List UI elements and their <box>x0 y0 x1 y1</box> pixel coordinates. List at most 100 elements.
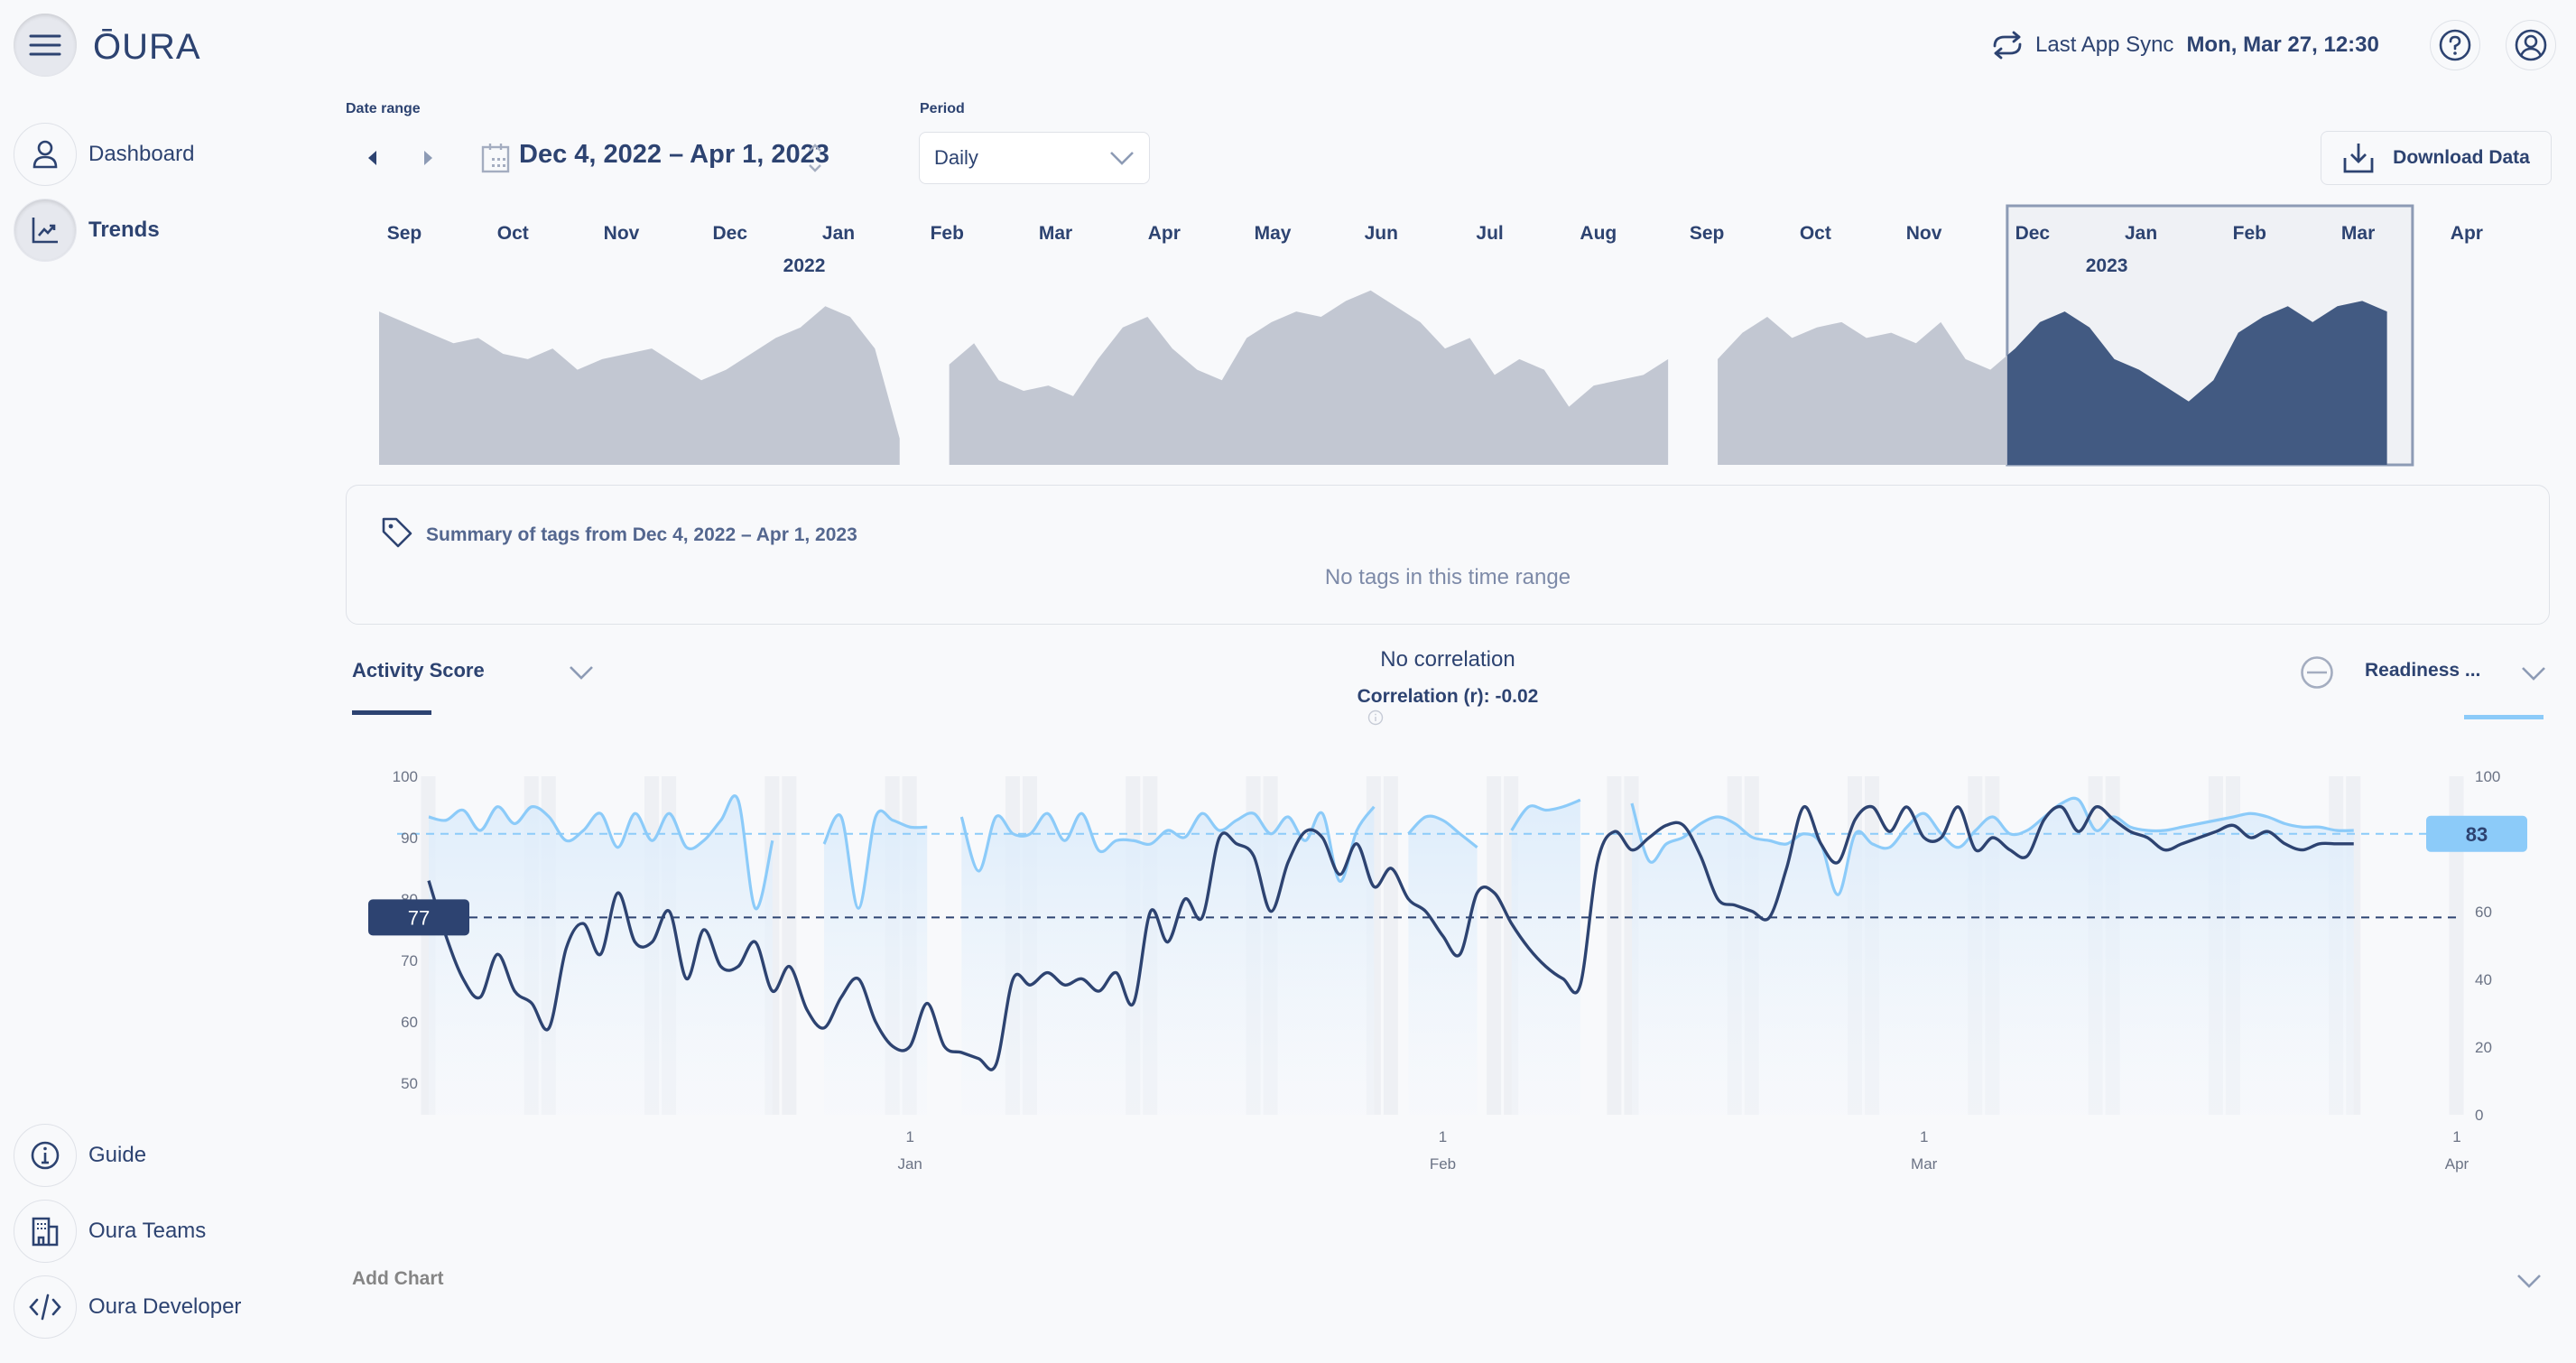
date-range-stepper[interactable] <box>806 141 824 180</box>
readiness-area <box>1631 798 2354 1115</box>
sync-icon <box>1993 31 2022 60</box>
download-data-button[interactable]: Download Data <box>2321 131 2552 185</box>
caret-left-icon <box>368 151 376 165</box>
add-chart-expand[interactable] <box>2516 1273 2542 1293</box>
add-chart-label: Add Chart <box>352 1268 444 1289</box>
activity-average-badge: 77 <box>368 899 469 936</box>
right-axis-tick: 0 <box>2475 1107 2483 1124</box>
overview-month-label: Jan <box>822 223 855 244</box>
sidebar-item-label: Dashboard <box>88 142 195 166</box>
chevron-down-icon <box>2522 667 2545 681</box>
right-metric-color-indicator <box>2464 715 2544 719</box>
x-axis-day-label: 1 <box>1439 1128 1447 1145</box>
correlation-value: Correlation (r): -0.02 <box>1357 686 1539 707</box>
overview-month-label: Oct <box>497 223 529 244</box>
next-range-button[interactable] <box>415 144 442 172</box>
weekend-band <box>1607 776 1622 1115</box>
download-icon <box>2343 144 2374 173</box>
chevron-up-down-icon <box>809 144 821 172</box>
last-app-sync: Last App Sync Mon, Mar 27, 12:30 <box>1990 30 2379 60</box>
x-axis-day-label: 1 <box>1920 1128 1928 1145</box>
overview-timeline-chart[interactable]: Sep Oct Nov Dec Jan Feb Mar Apr May Jun Jul Aug Sep O… <box>343 199 2509 469</box>
trending-chart-icon <box>32 218 58 244</box>
overview-month-label: Oct <box>1800 223 1831 244</box>
left-axis-tick: 60 <box>401 1014 418 1031</box>
right-axis-tick: 100 <box>2475 768 2500 785</box>
user-icon <box>32 140 58 169</box>
date-range-value[interactable]: Dec 4, 2022 – Apr 1, 2023 <box>519 140 829 170</box>
date-range-label: Date range <box>346 101 421 116</box>
overview-month-label: Dec <box>2015 223 2051 244</box>
help-icon <box>2439 29 2471 61</box>
add-chart-button[interactable]: Add Chart <box>352 1268 444 1290</box>
left-metric-select[interactable]: Activity Score <box>352 659 593 682</box>
info-icon <box>31 1141 60 1170</box>
correlation-title: No correlation <box>1380 647 1515 672</box>
overview-year-label: 2022 <box>783 255 826 276</box>
right-axis-tick: 40 <box>2475 971 2492 988</box>
overview-month-label: Jul <box>1476 223 1503 244</box>
overview-month-label: Apr <box>2451 223 2483 244</box>
overview-month-label: Mar <box>2341 223 2375 244</box>
chevron-down-icon <box>2517 1275 2541 1288</box>
overview-month-label: Feb <box>2233 223 2266 244</box>
calendar-button[interactable] <box>481 143 512 178</box>
left-metric-label: Activity Score <box>352 659 485 682</box>
weekend-band <box>1383 776 1398 1115</box>
x-axis-month-label: Apr <box>2445 1155 2469 1173</box>
left-axis-tick: 90 <box>401 830 418 847</box>
weekend-band <box>782 776 797 1115</box>
remove-comparison-button[interactable] <box>2300 655 2334 694</box>
overview-month-label: Feb <box>931 223 964 244</box>
hamburger-icon <box>29 34 61 56</box>
tag-icon <box>382 517 412 548</box>
x-axis-day-label: 1 <box>2452 1128 2460 1145</box>
sync-value: Mon, Mar 27, 12:30 <box>2186 32 2379 57</box>
right-metric-select[interactable]: Readiness ... <box>2365 660 2545 682</box>
left-axis-tick: 100 <box>393 768 418 785</box>
period-select[interactable]: Daily <box>919 132 1150 184</box>
code-icon <box>29 1293 61 1321</box>
sidebar-item-oura-teams[interactable]: Oura Teams <box>14 1200 206 1263</box>
sidebar-item-oura-developer[interactable]: Oura Developer <box>14 1275 241 1339</box>
readiness-area <box>1408 816 1478 1115</box>
left-axis-tick: 50 <box>401 1075 418 1092</box>
period-value: Daily <box>934 146 978 169</box>
help-button[interactable] <box>2430 20 2480 70</box>
sidebar-item-trends[interactable]: Trends <box>14 199 160 262</box>
overview-month-label: Apr <box>1148 223 1181 244</box>
readiness-area <box>823 811 928 1115</box>
x-axis-day-label: 1 <box>905 1128 913 1145</box>
overview-area <box>379 306 900 465</box>
comparison-line-chart[interactable]: 10090807060501008060402001Jan1Feb1Mar1Ap… <box>343 749 2576 1182</box>
correlation-info-button[interactable] <box>1367 709 1384 730</box>
sidebar-item-label: Trends <box>88 218 160 242</box>
tags-summary-title: Summary of tags from Dec 4, 2022 – Apr 1… <box>426 524 857 545</box>
right-metric-label: Readiness ... <box>2365 660 2481 681</box>
x-axis-month-label: Jan <box>897 1155 922 1173</box>
download-label: Download Data <box>2393 147 2530 168</box>
overview-year-label: 2023 <box>2086 255 2128 276</box>
previous-range-button[interactable] <box>358 144 385 172</box>
readiness-area <box>961 806 1375 1115</box>
menu-button[interactable] <box>14 14 77 77</box>
right-axis-tick: 60 <box>2475 904 2492 921</box>
readiness-average-badge: 83 <box>2426 815 2527 852</box>
tags-summary-panel: Summary of tags from Dec 4, 2022 – Apr 1… <box>346 485 2550 625</box>
sidebar-item-label: Guide <box>88 1143 147 1167</box>
x-axis-month-label: Mar <box>1911 1155 1938 1173</box>
sidebar-item-guide[interactable]: Guide <box>14 1124 146 1187</box>
sidebar-item-label: Oura Developer <box>88 1294 242 1319</box>
building-icon <box>32 1217 59 1247</box>
right-axis-tick: 20 <box>2475 1039 2492 1056</box>
overview-month-label: May <box>1255 223 1292 244</box>
info-icon <box>1367 709 1384 726</box>
overview-month-label: Nov <box>1906 223 1942 244</box>
overview-area <box>949 290 1669 465</box>
account-button[interactable] <box>2506 20 2556 70</box>
chevron-down-icon <box>570 666 593 680</box>
readiness-area <box>1511 800 1580 1115</box>
sidebar-item-label: Oura Teams <box>88 1219 207 1243</box>
sidebar-item-dashboard[interactable]: Dashboard <box>14 123 194 186</box>
overview-month-label: Mar <box>1039 223 1072 244</box>
